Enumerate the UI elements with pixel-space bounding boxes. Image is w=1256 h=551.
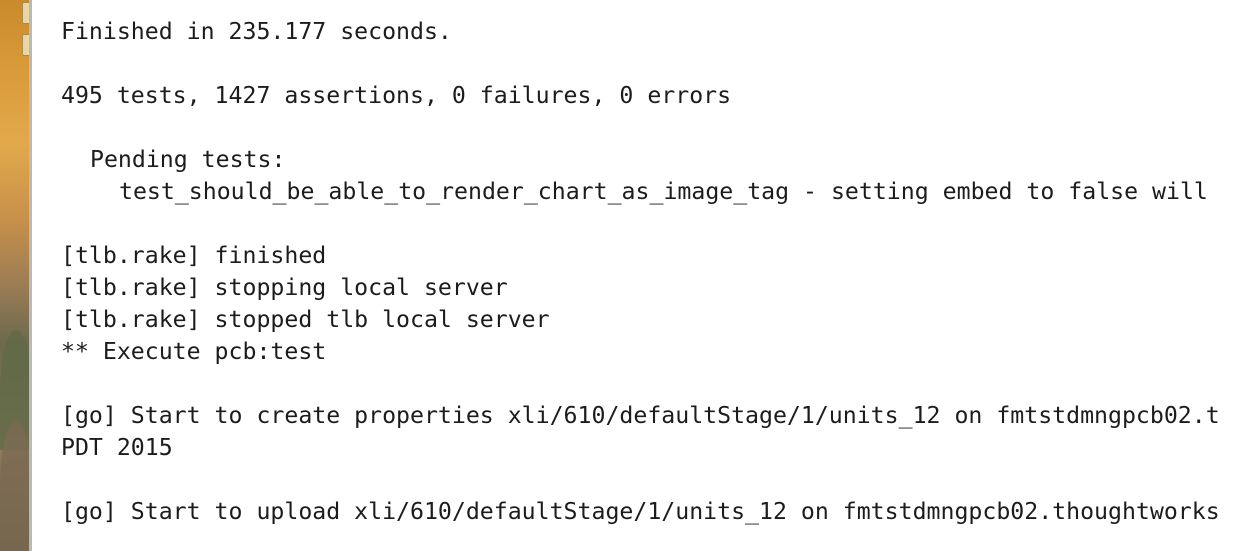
output-line-pending-header: Pending tests: xyxy=(90,146,286,173)
output-line-execute: ** Execute pcb:test xyxy=(61,338,327,365)
output-line-tlb-stopped: [tlb.rake] stopped tlb local server xyxy=(61,306,550,333)
desktop-background-strip xyxy=(0,0,32,551)
output-line-go-upload: [go] Start to upload xli/610/defaultStag… xyxy=(61,498,1220,525)
output-line-summary: 495 tests, 1427 assertions, 0 failures, … xyxy=(61,82,732,109)
output-line-finished: Finished in 235.177 seconds. xyxy=(61,18,452,45)
output-line-go-create-cont: PDT 2015 xyxy=(61,434,173,461)
output-line-pending-item: test_should_be_able_to_render_chart_as_i… xyxy=(119,178,1208,205)
desktop-hill-shape xyxy=(0,420,32,551)
output-line-tlb-stopping: [tlb.rake] stopping local server xyxy=(61,274,508,301)
terminal-output[interactable]: Finished in 235.177 seconds. 495 tests, … xyxy=(32,0,1256,551)
output-line-go-create: [go] Start to create properties xli/610/… xyxy=(61,402,1220,429)
output-line-tlb-finished: [tlb.rake] finished xyxy=(61,242,327,269)
